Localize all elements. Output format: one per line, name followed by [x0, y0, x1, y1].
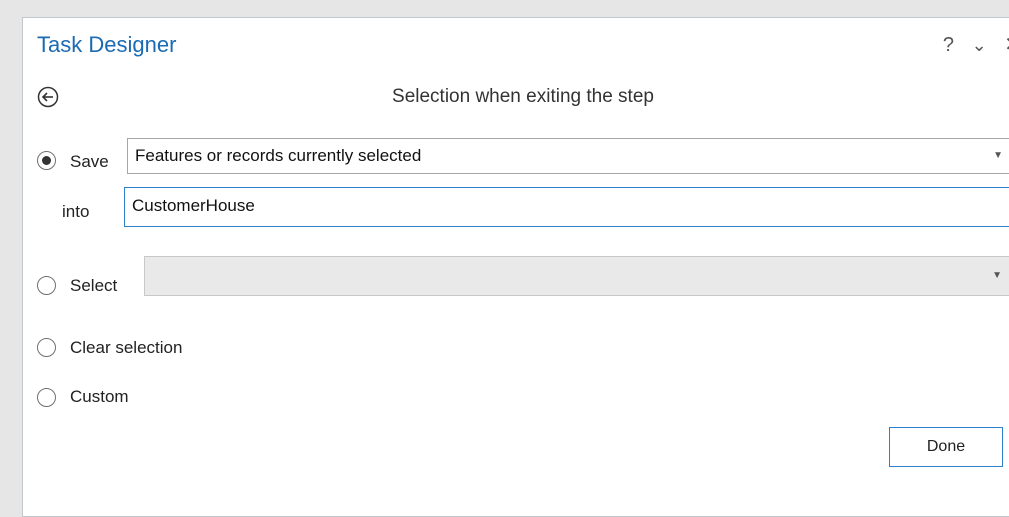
into-field[interactable]: CustomerHouse [124, 187, 1009, 227]
custom-label: Custom [70, 387, 129, 406]
select-label: Select [70, 276, 118, 295]
custom-radio[interactable] [37, 388, 56, 407]
step-subtitle: Selection when exiting the step [392, 86, 654, 107]
help-icon[interactable]: ? [943, 34, 954, 57]
task-designer-pane: Task Designer ? ⌄ ✕ Selection when exiti… [22, 17, 1009, 517]
header-icons: ? ⌄ ✕ [931, 32, 1009, 57]
clear-selection-radio[interactable] [37, 338, 56, 357]
chevron-down-icon: ▼ [993, 150, 1003, 161]
clear-selection-label: Clear selection [70, 338, 183, 357]
select-radio[interactable] [37, 276, 56, 295]
done-button[interactable]: Done [889, 427, 1003, 467]
save-radio[interactable] [37, 151, 56, 170]
save-dropdown[interactable]: Features or records currently selected ▼ [127, 138, 1009, 174]
into-label: into [62, 202, 90, 221]
pane-title: Task Designer [37, 32, 177, 57]
close-icon[interactable]: ✕ [1004, 32, 1009, 57]
chevron-down-icon[interactable]: ⌄ [972, 35, 987, 56]
select-dropdown[interactable]: ▼ [144, 256, 1009, 296]
save-dropdown-value: Features or records currently selected [135, 146, 422, 165]
chevron-down-icon: ▼ [992, 270, 1002, 281]
save-label: Save [70, 152, 109, 171]
